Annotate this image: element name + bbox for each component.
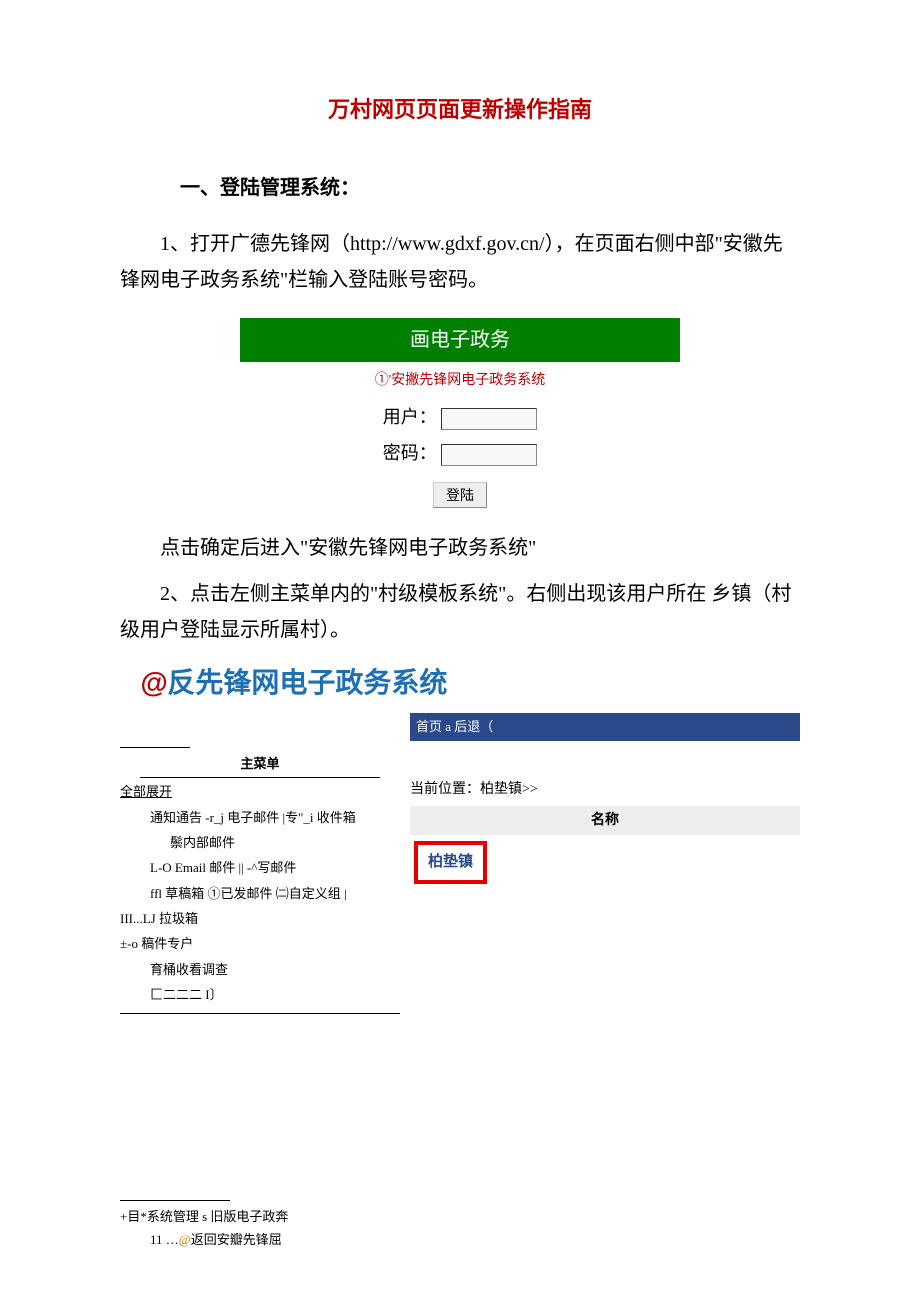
breadcrumb: 当前位置：柏垫镇>> — [410, 777, 800, 802]
sidebar-group-head[interactable]: ±-o 稿件专户 — [120, 932, 400, 955]
login-subtitle: ①'安撇先锋网电子政务系统 — [240, 368, 680, 393]
password-label: 密码： — [383, 443, 437, 463]
password-input[interactable] — [441, 444, 537, 466]
sidebar-item[interactable]: ffl 草稿箱 ①已发邮件 ㈡自定义组 | — [150, 882, 400, 905]
footer-line-2: 11 …@返回安瓣先锋屈 — [150, 1228, 800, 1251]
login-header: 画电子政务 — [240, 318, 680, 362]
user-input[interactable] — [441, 408, 537, 430]
sidebar-item[interactable]: 通知通告 -r_j 电子邮件 |专"_i 收件箱 — [150, 806, 400, 829]
paragraph-3: 2、点击左侧主菜单内的"村级模板系统"。右侧出现该用户所在 乡镇（村级用户登陆显… — [120, 576, 800, 648]
footer-rest: 返回安瓣先锋屈 — [191, 1232, 282, 1247]
location-value: 柏垫镇>> — [480, 782, 538, 797]
paragraph-2: 点击确定后进入"安徽先锋网电子政务系统" — [120, 530, 800, 566]
sidebar-header: 主菜单 — [140, 752, 380, 778]
login-panel: 画电子政务 ①'安撇先锋网电子政务系统 用户： 密码： 登陆 — [240, 318, 680, 510]
user-label: 用户： — [383, 407, 437, 427]
login-button[interactable]: 登陆 — [433, 482, 487, 508]
sidebar: 主菜单 全部展开 通知通告 -r_j 电子邮件 |专"_i 收件箱 鬃内部邮件 … — [120, 747, 400, 1020]
location-label: 当前位置： — [410, 782, 480, 797]
footer-line-1: +目*系统管理 s 旧版电子政奔 — [120, 1205, 800, 1228]
system-title-text: 反先锋网电子政务系统 — [167, 667, 447, 698]
main-panel: 当前位置：柏垫镇>> 名称 柏垫镇 — [410, 747, 800, 1020]
section-1-heading: 一、登陆管理系统： — [180, 170, 800, 206]
sidebar-item[interactable]: 育桶收看调查 — [150, 958, 400, 981]
footer-block: +目*系统管理 s 旧版电子政奔 11 …@返回安瓣先锋屈 — [120, 1200, 800, 1252]
at-icon: @ — [179, 1232, 191, 1247]
sidebar-item[interactable]: 鬃内部邮件 — [170, 831, 400, 854]
top-nav-bar: 首页 a 后退（ — [410, 713, 800, 740]
at-icon: @ — [140, 667, 167, 698]
expand-all-link[interactable]: 全部展开 — [120, 784, 172, 799]
name-column-header: 名称 — [410, 806, 800, 835]
footer-prefix: 11 … — [150, 1232, 179, 1247]
paragraph-1: 1、打开广德先锋网（http://www.gdxf.gov.cn/），在页面右侧… — [120, 226, 800, 298]
doc-title: 万村网页页面更新操作指南 — [120, 90, 800, 130]
sidebar-item[interactable]: III...LJ 拉圾箱 — [120, 907, 400, 930]
highlighted-town-link[interactable]: 柏垫镇 — [414, 841, 487, 884]
sidebar-item[interactable]: 匚二二二 I〕 — [150, 983, 400, 1006]
system-title: @反先锋网电子政务系统 — [140, 658, 800, 708]
sidebar-item[interactable]: L-O Email 邮件 || -^写邮件 — [150, 856, 400, 879]
